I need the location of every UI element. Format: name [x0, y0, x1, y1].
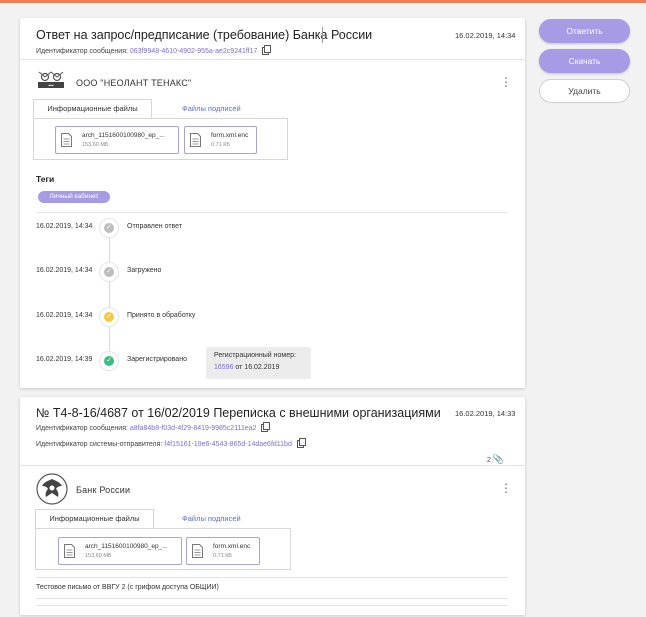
file-item[interactable]: form.xml.enc 0.71 КБ — [186, 537, 260, 565]
message-id-label: Идентификатор сообщения: — [36, 425, 128, 432]
message-card-response: Ответ на запрос/предписание (требование)… — [20, 18, 525, 388]
timeline-date: 16.02.2019, 14:39 — [36, 356, 93, 363]
tab-info-files[interactable]: Информационные файлы — [35, 509, 154, 529]
text-cursor — [322, 27, 323, 43]
sender-id-value[interactable]: f4f15161-19e6-4543-865d-14dae6fd11bd — [164, 441, 292, 448]
delete-button[interactable]: Удалить — [539, 79, 630, 103]
paperclip-icon: 📎 — [492, 454, 505, 464]
sender-id-row: Идентификатор системы-отправителя: f4f15… — [36, 438, 306, 448]
message-id-value[interactable]: 063f9948-4610-4902-955a-ae2c9241ff17 — [130, 48, 258, 55]
copy-icon[interactable] — [262, 45, 272, 55]
timeline-date: 16.02.2019, 14:34 — [36, 223, 93, 230]
organization-name: Банк России — [76, 485, 131, 495]
file-name: form.xml.enc — [211, 132, 249, 139]
file-size: 153.60 МБ — [82, 142, 109, 148]
message-id-row: Идентификатор сообщения: a8fa84b8-f03d-4… — [36, 422, 271, 432]
reply-button[interactable]: Ответить — [539, 19, 630, 43]
tab-info-files[interactable]: Информационные файлы — [33, 99, 152, 119]
file-item[interactable]: form.xml.enc 0.71 КБ — [184, 126, 257, 154]
message-id-row: Идентификатор сообщения: 063f9948-4610-4… — [36, 45, 272, 55]
divider — [20, 465, 525, 466]
file-name: arch_1151600100980_ep_... — [85, 543, 168, 550]
registration-label: Регистрационный номер: — [214, 352, 296, 359]
divider — [36, 577, 508, 578]
message-date: 16.02.2019, 14:33 — [455, 409, 516, 418]
bank-of-russia-emblem — [36, 473, 68, 505]
message-id-value[interactable]: a8fa84b8-f03d-4f29-8419-9985c2111ea2 — [130, 425, 257, 432]
registration-number-row: 16596 от 16.02.2019 — [214, 364, 279, 371]
message-date: 16.02.2019, 14:34 — [455, 31, 516, 40]
registration-number[interactable]: 16596 — [214, 364, 233, 371]
timeline-status: Отправлен ответ — [127, 223, 183, 230]
file-item[interactable]: arch_1151600100980_ep_... 153.60 МБ — [58, 537, 182, 565]
tab-signature-files[interactable]: Файлы подписей — [182, 104, 241, 113]
file-size: 0.71 КБ — [211, 142, 231, 148]
message-card-correspondence: № Т4-8-16/4687 от 16/02/2019 Переписка с… — [20, 397, 525, 615]
download-button[interactable]: Скачать — [539, 49, 630, 73]
files-panel: arch_1151600100980_ep_... 153.60 МБ form… — [35, 528, 291, 570]
message-title: № Т4-8-16/4687 от 16/02/2019 Переписка с… — [36, 406, 441, 420]
document-icon — [61, 133, 72, 147]
status-check-icon: ✓ — [100, 308, 118, 326]
divider — [36, 598, 508, 599]
timeline-status: Зарегистрировано — [127, 356, 187, 363]
timeline-status: Загружено — [127, 267, 162, 274]
file-name: form.xml.enc — [213, 543, 251, 550]
timeline-status: Принято в обработку — [127, 312, 196, 319]
timeline-date: 16.02.2019, 14:34 — [36, 312, 93, 319]
message-note: Тестовое письмо от ВВГУ 2 (с грифом дост… — [36, 584, 219, 591]
copy-icon[interactable] — [296, 438, 306, 448]
attachments-count: 2 — [487, 457, 491, 464]
registration-date: от 16.02.2019 — [235, 364, 280, 371]
file-item[interactable]: arch_1151600100980_ep_... 153.60 МБ — [55, 126, 179, 154]
files-panel: arch_1151600100980_ep_... 153.60 МБ form… — [33, 118, 288, 160]
document-icon — [64, 544, 75, 558]
tags-heading: Теги — [36, 174, 55, 184]
neolant-logo: ▪▪▪ — [38, 71, 64, 89]
divider — [20, 59, 525, 60]
organization-name: ООО "НЕОЛАНТ ТЕНАКС" — [76, 78, 192, 88]
copy-icon[interactable] — [261, 422, 271, 432]
status-check-icon: ✓ — [100, 352, 118, 370]
timeline-date: 16.02.2019, 14:34 — [36, 267, 93, 274]
more-options-icon[interactable]: ⋮ — [500, 482, 512, 494]
file-size: 153.60 МБ — [85, 553, 112, 559]
document-icon — [190, 133, 201, 147]
attachments-indicator[interactable]: 2 📎 — [487, 454, 504, 465]
status-check-icon: ✓ — [100, 263, 118, 281]
status-check-icon: ✓ — [100, 219, 118, 237]
message-id-label: Идентификатор сообщения: — [36, 48, 128, 55]
more-options-icon[interactable]: ⋮ — [500, 76, 512, 88]
tag-badge[interactable]: Личный кабинет — [38, 191, 110, 203]
document-icon — [192, 544, 203, 558]
registration-info: Регистрационный номер: 16596 от 16.02.20… — [206, 347, 311, 379]
divider — [36, 212, 508, 213]
timeline-line — [109, 236, 110, 364]
tab-signature-files[interactable]: Файлы подписей — [182, 514, 241, 523]
file-size: 0.71 КБ — [213, 553, 233, 559]
top-accent-bar — [0, 0, 646, 3]
sender-id-label: Идентификатор системы-отправителя: — [36, 441, 163, 448]
file-name: arch_1151600100980_ep_... — [82, 132, 165, 139]
divider — [36, 605, 508, 606]
svg-text:▪▪▪: ▪▪▪ — [48, 83, 54, 89]
